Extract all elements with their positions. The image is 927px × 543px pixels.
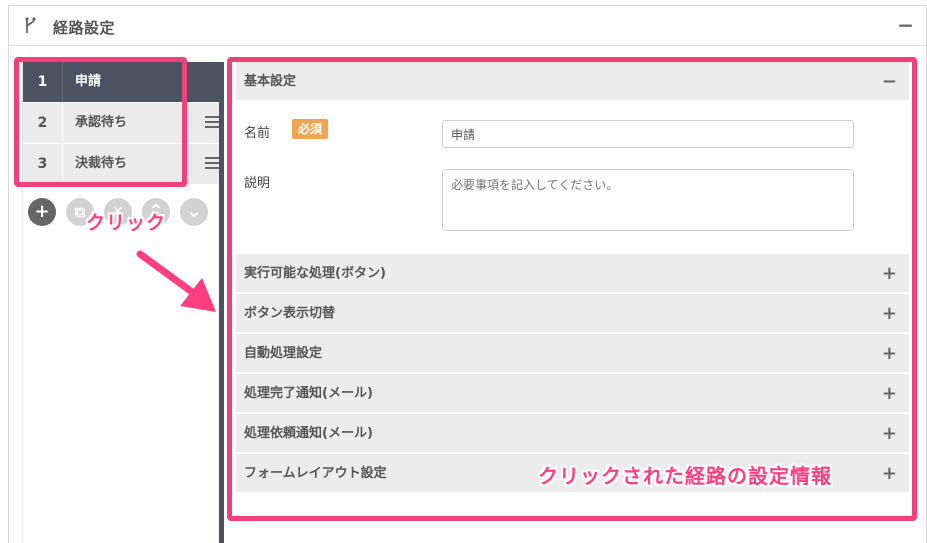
annotation-arrow-icon (136, 250, 216, 312)
panel-title: 経路設定 (53, 19, 116, 37)
settings-info-annotation: クリックされた経路の設定情報 (538, 464, 832, 488)
drag-handle-icon[interactable] (205, 116, 219, 131)
settings-highlight (227, 57, 917, 521)
step-list-highlight (14, 57, 187, 187)
drag-handle-icon[interactable] (205, 157, 219, 172)
panel-collapse-button[interactable]: − (897, 15, 914, 35)
move-down-button[interactable]: ⌄ (180, 198, 208, 226)
click-annotation: クリック (86, 212, 167, 234)
panel-header: 経路設定 − (9, 6, 926, 46)
add-step-button[interactable]: + (28, 198, 56, 226)
route-fork-icon (25, 17, 36, 33)
